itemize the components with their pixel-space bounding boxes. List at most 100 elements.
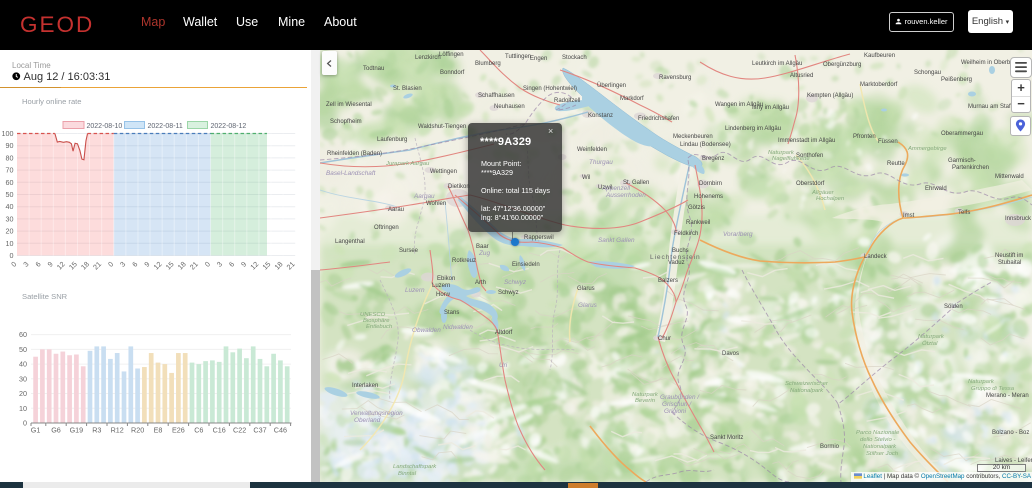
svg-text:18: 18 (272, 260, 284, 272)
svg-text:Überlingen: Überlingen (597, 82, 626, 89)
svg-text:Engen: Engen (530, 56, 547, 62)
svg-text:20: 20 (6, 227, 14, 236)
svg-text:Hohenems: Hohenems (694, 194, 723, 200)
svg-text:12: 12 (248, 260, 260, 272)
svg-text:C6: C6 (194, 426, 203, 435)
svg-text:R20: R20 (131, 426, 144, 435)
svg-text:Kempten (Allgäu): Kempten (Allgäu) (807, 93, 853, 99)
svg-text:Ehrwald: Ehrwald (925, 186, 947, 192)
svg-text:Sankt Moritz: Sankt Moritz (710, 435, 743, 441)
svg-text:Glarus: Glarus (578, 302, 598, 309)
svg-text:Naturpark: Naturpark (968, 379, 995, 385)
svg-text:Marktoberdorf: Marktoberdorf (860, 82, 898, 88)
svg-text:Lindau (Bodensee): Lindau (Bodensee) (680, 142, 731, 148)
svg-text:21: 21 (188, 260, 200, 272)
svg-text:Sölden: Sölden (944, 304, 963, 310)
svg-text:Weinfelden: Weinfelden (577, 147, 607, 153)
svg-text:Rapperswil: Rapperswil (524, 235, 554, 241)
svg-text:Immenstadt im Allgäu: Immenstadt im Allgäu (778, 138, 835, 144)
svg-text:80: 80 (6, 153, 14, 162)
svg-text:Leutkirch im Allgäu: Leutkirch im Allgäu (752, 61, 802, 67)
svg-text:Graubünden /: Graubünden / (660, 394, 700, 401)
svg-text:Beverin: Beverin (635, 398, 656, 404)
svg-text:Neuhausen: Neuhausen (494, 104, 525, 110)
svg-text:Jurapark Aargau: Jurapark Aargau (385, 161, 430, 167)
svg-text:Telfs: Telfs (958, 210, 970, 216)
svg-text:Friedrichshafen: Friedrichshafen (638, 116, 679, 122)
svg-text:C16: C16 (213, 426, 226, 435)
svg-text:Interlaken: Interlaken (352, 383, 378, 389)
svg-text:Grischun /: Grischun / (662, 401, 692, 408)
svg-text:Lindenberg im Allgäu: Lindenberg im Allgäu (725, 126, 781, 132)
svg-text:100: 100 (2, 129, 14, 138)
svg-text:Parco Nazionale: Parco Nazionale (856, 430, 900, 436)
svg-text:Aargau: Aargau (413, 193, 435, 200)
svg-text:10: 10 (6, 239, 14, 248)
svg-text:Füssen: Füssen (878, 139, 898, 145)
svg-text:Mittenwald: Mittenwald (995, 174, 1024, 180)
svg-text:0: 0 (10, 251, 14, 260)
svg-text:Binntal: Binntal (398, 471, 417, 477)
svg-text:Sankt Gallen: Sankt Gallen (598, 237, 635, 244)
svg-text:Uri: Uri (499, 362, 508, 369)
svg-text:Schwyz: Schwyz (498, 290, 519, 296)
svg-text:2022-08-11: 2022-08-11 (148, 123, 183, 130)
svg-text:C46: C46 (274, 426, 287, 435)
svg-text:60: 60 (6, 178, 14, 187)
svg-text:40: 40 (6, 202, 14, 211)
svg-text:Landschaftspark: Landschaftspark (393, 464, 437, 470)
svg-text:Hochalpen: Hochalpen (816, 196, 845, 202)
svg-text:40: 40 (19, 360, 27, 369)
svg-text:Basel-Landschaft: Basel-Landschaft (326, 170, 376, 177)
svg-text:Vorarlberg: Vorarlberg (723, 231, 753, 238)
svg-text:Pfronten: Pfronten (853, 134, 876, 140)
svg-text:Feldkirch: Feldkirch (674, 231, 698, 237)
svg-text:Oberland: Oberland (354, 417, 381, 424)
svg-text:Nationalpark: Nationalpark (790, 388, 824, 394)
svg-text:Lenzkirch: Lenzkirch (415, 55, 441, 61)
svg-text:60: 60 (19, 330, 27, 339)
svg-text:Schopfheim: Schopfheim (330, 119, 362, 125)
svg-text:Blumberg: Blumberg (475, 61, 501, 67)
svg-text:Davos: Davos (722, 351, 739, 357)
svg-text:E8: E8 (154, 426, 163, 435)
svg-text:15: 15 (260, 260, 272, 272)
svg-text:Liechtenstein: Liechtenstein (650, 254, 701, 261)
svg-text:10: 10 (19, 404, 27, 413)
svg-text:50: 50 (6, 190, 14, 199)
svg-text:Waldshut-Tiengen: Waldshut-Tiengen (418, 124, 466, 130)
svg-text:3: 3 (118, 260, 127, 269)
svg-text:Bolzano - Boz: Bolzano - Boz (992, 430, 1029, 436)
svg-text:Arth: Arth (475, 280, 486, 286)
svg-text:2022-08-10: 2022-08-10 (87, 123, 123, 130)
svg-text:Garmisch-: Garmisch- (948, 158, 976, 164)
svg-text:Schaffhausen: Schaffhausen (478, 93, 515, 99)
svg-text:30: 30 (19, 374, 27, 383)
svg-text:30: 30 (6, 214, 14, 223)
svg-text:R3: R3 (92, 426, 101, 435)
svg-text:St. Blasien: St. Blasien (393, 86, 422, 92)
svg-text:Gruppo di Tessa: Gruppo di Tessa (971, 386, 1015, 392)
svg-text:C37: C37 (253, 426, 266, 435)
svg-text:Sursee: Sursee (399, 248, 419, 254)
svg-text:Neustift im: Neustift im (995, 253, 1023, 259)
svg-text:Nagelfluhkette: Nagelfluhkette (772, 156, 810, 162)
svg-text:Laufenburg: Laufenburg (377, 137, 407, 143)
svg-text:Nidwalden: Nidwalden (443, 324, 473, 331)
svg-text:Götzis: Götzis (688, 205, 705, 211)
svg-text:Ammergebirge: Ammergebirge (907, 146, 947, 152)
svg-text:R12: R12 (111, 426, 124, 435)
svg-text:G1: G1 (31, 426, 41, 435)
svg-text:Ebikon: Ebikon (437, 276, 455, 282)
svg-text:Wettingen: Wettingen (430, 169, 457, 175)
svg-text:Verwaltungsregion: Verwaltungsregion (350, 410, 403, 417)
svg-text:Kaufbeuren: Kaufbeuren (864, 53, 895, 59)
svg-text:21: 21 (285, 260, 297, 272)
svg-text:dello Stelvio -: dello Stelvio - (860, 437, 895, 443)
svg-text:Tuttlingen: Tuttlingen (505, 54, 531, 60)
svg-text:Meckenbeuren: Meckenbeuren (673, 134, 713, 140)
svg-text:Rankweil: Rankweil (686, 220, 710, 226)
svg-text:Stans: Stans (444, 310, 459, 316)
svg-text:Aarau: Aarau (388, 207, 404, 213)
svg-text:Oberammergau: Oberammergau (941, 131, 983, 137)
